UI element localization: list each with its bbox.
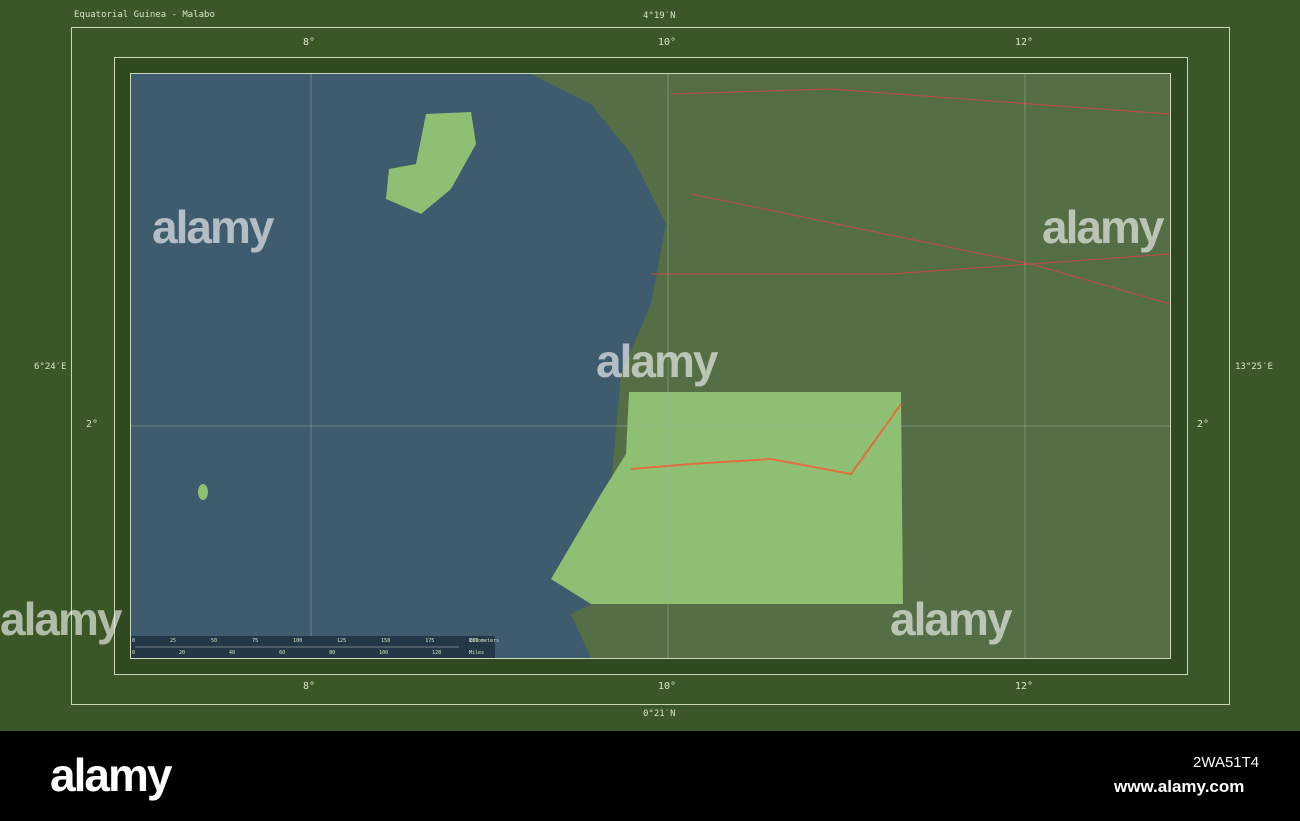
footer-band xyxy=(0,731,1300,821)
watermark: alamy xyxy=(152,201,274,253)
bottom-latitude: 0°21′N xyxy=(643,709,676,719)
scale-mi-unit: Miles xyxy=(469,650,485,656)
lat-tick: 2° xyxy=(1197,419,1210,430)
watermark: alamy xyxy=(1042,201,1164,253)
top-latitude: 4°19′N xyxy=(643,11,676,21)
left-longitude: 6°24′E xyxy=(34,362,67,372)
lat-tick: 2° xyxy=(86,419,99,430)
lon-tick: 8° xyxy=(303,681,316,692)
right-longitude: 13°25′E xyxy=(1235,362,1273,372)
map-title: Equatorial Guinea - Malabo xyxy=(74,10,215,20)
watermark: alamy xyxy=(596,335,718,387)
scale-mi-ticks: 0 20 40 60 80 100 120 xyxy=(132,650,442,656)
map-frame: Equatorial Guinea - Malabo 4°19′N 0°21′N… xyxy=(0,0,1300,731)
alamy-url: www.alamy.com xyxy=(1114,777,1245,796)
lon-tick: 12° xyxy=(1015,37,1034,48)
lon-tick: 10° xyxy=(658,681,677,692)
watermark: alamy xyxy=(0,593,122,645)
scale-km-ticks: 0 25 50 75 100 125 150 175 200 xyxy=(132,638,479,644)
lon-tick: 12° xyxy=(1015,681,1034,692)
alamy-logo: alamy xyxy=(50,749,172,801)
annobon-island xyxy=(198,484,208,500)
lon-tick: 10° xyxy=(658,37,677,48)
image-code: 2WA51T4 xyxy=(1193,754,1260,771)
lon-tick: 8° xyxy=(303,37,316,48)
watermark: alamy xyxy=(890,593,1012,645)
